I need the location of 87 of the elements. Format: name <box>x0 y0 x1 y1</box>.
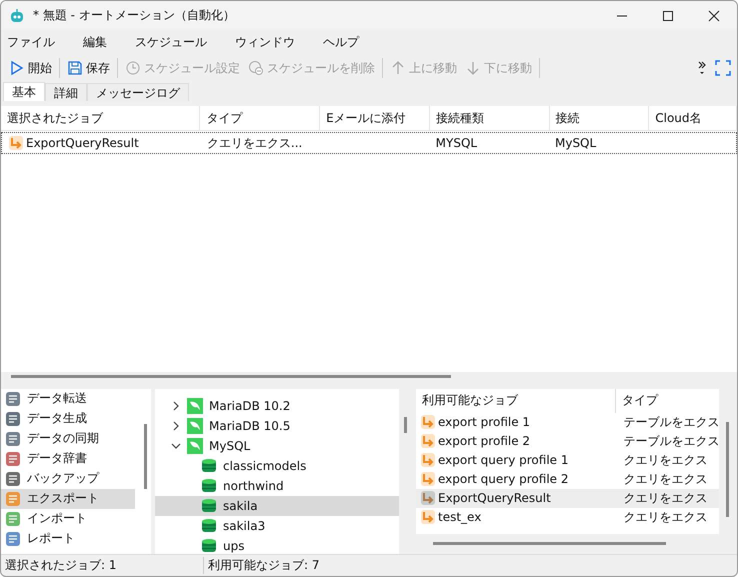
job-row[interactable]: ExportQueryResult クエリをエクス <box>416 488 719 508</box>
clock-remove-icon <box>248 60 264 76</box>
tab[interactable]: メッセージログ <box>87 83 189 102</box>
tree-item[interactable]: MariaDB 10.5 <box>155 416 399 436</box>
job-name: ExportQueryResult <box>438 491 551 506</box>
job-name: export query profile 2 <box>438 472 568 486</box>
robot-icon <box>9 8 25 24</box>
sidebar-item[interactable]: データ転送 <box>1 388 135 409</box>
menu-item[interactable]: ウィンドウ <box>235 34 295 51</box>
sidebar-item[interactable]: インポート <box>1 508 135 529</box>
sidebar-item[interactable]: データ辞書 <box>1 448 135 469</box>
overflow-chevron-icon[interactable] <box>697 60 707 76</box>
job-type: クエリをエクス <box>622 470 708 488</box>
sidebar-item[interactable]: レポート <box>1 528 135 549</box>
table-cell: クエリをエクス... <box>206 134 302 152</box>
job-row[interactable]: export profile 2 テーブルをエクス <box>416 432 719 451</box>
tree-item[interactable]: sakila3 <box>155 516 399 536</box>
status-text: 利用可能なジョブ: 7 <box>207 556 320 574</box>
toolbar-button[interactable]: 保存 <box>63 58 114 79</box>
job-type: テーブルをエクス <box>622 432 719 450</box>
dolphin-icon <box>187 438 203 454</box>
job-name: export query profile 1 <box>438 453 568 468</box>
dolphin-icon <box>187 418 203 434</box>
save-icon <box>67 60 83 76</box>
table-cell: ExportQueryResult <box>26 136 139 150</box>
tree-item[interactable]: classicmodels <box>155 456 399 476</box>
menu-item[interactable]: ヘルプ <box>323 34 359 51</box>
scrollbar[interactable] <box>726 422 729 517</box>
play-icon <box>9 60 25 76</box>
tree-item[interactable]: ups <box>155 536 399 554</box>
column-header[interactable]: 接続 <box>550 106 650 130</box>
menu-item[interactable]: 編集 <box>83 34 107 51</box>
window-title: * 無題 - オートメーション（自動化） <box>33 7 235 24</box>
job-row[interactable]: export query profile 2 クエリをエクス <box>416 470 719 489</box>
job-row[interactable]: export query profile 1 クエリをエクス <box>416 450 719 470</box>
database-icon <box>201 478 217 494</box>
column-header[interactable]: Eメールに添付 <box>320 106 430 130</box>
table-row[interactable]: ExportQueryResult クエリをエクス... MYSQL MySQL <box>1 132 737 154</box>
tab[interactable]: 基本 <box>3 82 45 102</box>
sidebar-item[interactable]: エクスポート <box>1 488 135 509</box>
tree-item[interactable]: sakila <box>155 496 399 516</box>
scrollbar[interactable] <box>404 416 407 433</box>
job-type: クエリをエクス <box>622 508 708 526</box>
menu-item[interactable]: ファイル <box>7 34 55 51</box>
sidebar-item[interactable]: データ生成 <box>1 408 135 429</box>
job-type: クエリをエクス <box>622 452 708 469</box>
database-icon <box>201 498 217 514</box>
scrollbar[interactable] <box>144 424 147 489</box>
maximize-icon[interactable] <box>662 10 674 22</box>
job-row[interactable]: export profile 1 テーブルをエクス <box>416 412 719 432</box>
table-cell: MySQL <box>554 136 596 150</box>
column-header[interactable]: タイプ <box>200 106 320 130</box>
column-header[interactable]: タイプ <box>616 388 719 413</box>
scrollbar[interactable] <box>11 374 451 378</box>
scrollbar[interactable] <box>433 542 666 545</box>
database-icon <box>201 518 217 534</box>
table-cell: MYSQL <box>436 136 478 150</box>
sidebar-item[interactable]: データの同期 <box>1 428 135 449</box>
toolbar-button[interactable]: 開始 <box>5 58 56 79</box>
dolphin-icon <box>187 398 203 414</box>
job-row[interactable]: test_ex クエリをエクス <box>416 508 719 527</box>
status-text: 選択されたジョブ: 1 <box>1 556 204 574</box>
clock-icon <box>125 60 141 76</box>
job-name: export profile 1 <box>438 415 530 430</box>
close-icon[interactable] <box>708 10 720 22</box>
job-name: export profile 2 <box>438 434 530 448</box>
fullscreen-icon[interactable] <box>715 60 731 76</box>
tab[interactable]: 詳細 <box>45 83 87 102</box>
arrow-up-icon <box>390 60 406 76</box>
column-header[interactable]: 選択されたジョブ <box>1 106 200 130</box>
column-header[interactable]: Cloud名 <box>649 106 737 130</box>
column-header[interactable]: 接続種類 <box>430 106 550 130</box>
chevron-icon <box>171 440 181 451</box>
chevron-icon <box>171 400 181 411</box>
job-type: テーブルをエクス <box>622 414 719 431</box>
sidebar-item[interactable]: バックアップ <box>1 468 135 489</box>
database-icon <box>201 458 217 474</box>
tree-item[interactable]: MariaDB 10.2 <box>155 396 399 416</box>
tree-item[interactable]: northwind <box>155 476 399 496</box>
menu-item[interactable]: スケジュール <box>135 34 207 51</box>
job-name: test_ex <box>438 510 482 524</box>
chevron-icon <box>171 420 181 431</box>
tree-item[interactable]: MySQL <box>155 436 399 456</box>
arrow-down-icon <box>465 60 481 76</box>
column-header[interactable]: 利用可能なジョブ <box>416 388 616 413</box>
job-type: クエリをエクス <box>622 490 708 507</box>
database-icon <box>201 538 217 554</box>
